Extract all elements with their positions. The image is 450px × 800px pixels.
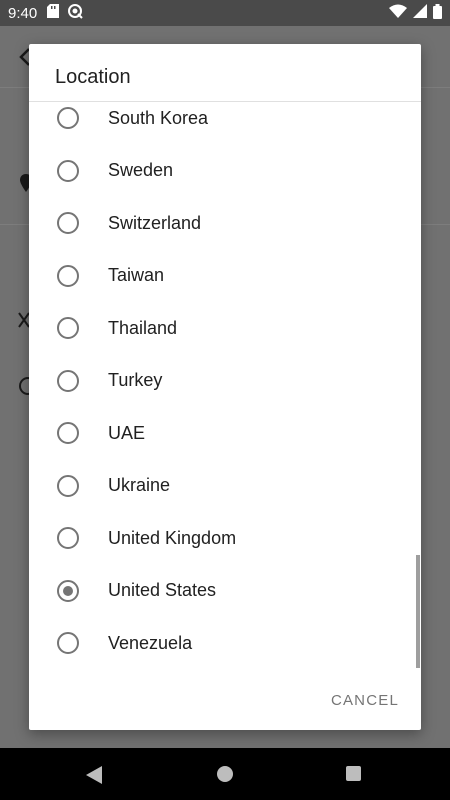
back-icon[interactable] [86,766,102,789]
location-option[interactable]: Venezuela [29,617,421,670]
status-time: 9:40 [8,4,38,22]
option-label: Taiwan [108,265,165,286]
radio-button[interactable] [57,212,79,235]
location-option[interactable]: Taiwan [29,250,421,303]
location-dialog: Location South Korea Sweden Switzerland … [29,44,421,730]
cancel-button[interactable]: CANCEL [331,688,399,713]
location-option[interactable]: Ukraine [29,460,421,513]
location-option[interactable]: United States [29,565,421,618]
battery-icon [433,3,442,23]
radio-button[interactable] [57,527,79,550]
radio-button[interactable] [57,264,79,287]
location-option[interactable]: UAE [29,407,421,460]
location-list[interactable]: South Korea Sweden Switzerland Taiwan Th… [29,102,421,714]
option-label: United States [108,580,217,601]
sync-icon [67,3,83,23]
radio-button[interactable] [57,317,79,340]
option-label: South Korea [108,107,209,128]
option-label: Switzerland [108,212,202,233]
radio-button[interactable] [57,474,79,497]
location-option[interactable]: United Kingdom [29,512,421,565]
radio-button[interactable] [57,579,79,602]
option-label: Thailand [108,317,178,338]
status-bar: 9:40 [0,0,450,26]
option-label: Sweden [108,160,174,181]
radio-button[interactable] [57,422,79,445]
radio-button[interactable] [57,159,79,182]
list-scrollbar[interactable] [416,555,420,668]
option-label: Ukraine [108,475,171,496]
signal-icon [413,4,427,22]
option-label: Turkey [108,370,163,391]
dialog-title: Location [55,66,131,88]
option-label: Venezuela [108,632,193,653]
location-option[interactable]: Switzerland [29,197,421,250]
radio-button[interactable] [57,632,79,655]
navigation-bar [0,748,450,800]
location-option[interactable]: Turkey [29,355,421,408]
option-label: UAE [108,422,146,443]
radio-button[interactable] [57,107,79,130]
recents-icon[interactable] [346,766,361,781]
radio-button[interactable] [57,369,79,392]
location-option[interactable]: Sweden [29,145,421,198]
wifi-icon [389,4,407,22]
location-option[interactable]: Thailand [29,302,421,355]
option-label: United Kingdom [108,527,237,548]
sd-card-icon [47,4,60,22]
location-option[interactable]: South Korea [29,102,421,145]
home-icon[interactable] [217,766,233,782]
